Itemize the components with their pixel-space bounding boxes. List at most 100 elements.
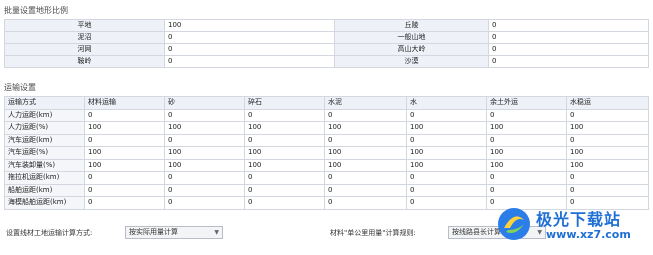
transport-value-cell[interactable]: 0 xyxy=(566,171,649,185)
row-label: 船舶运距(km) xyxy=(4,183,85,197)
terrain-label: 一般山地 xyxy=(334,31,489,44)
watermark: 极光下载站 www.xz7.com xyxy=(488,200,650,252)
transport-value-cell[interactable]: 0 xyxy=(486,183,567,197)
transport-value-cell[interactable]: 100 xyxy=(406,158,487,172)
terrain-section-title: 批量设置地形比例 xyxy=(4,6,68,15)
transport-value-cell[interactable]: 100 xyxy=(486,121,567,135)
transport-value-cell[interactable]: 0 xyxy=(486,133,567,147)
column-header: 余土外运 xyxy=(486,96,567,110)
transport-value-cell[interactable]: 0 xyxy=(84,133,165,147)
transport-value-cell[interactable]: 0 xyxy=(566,183,649,197)
transport-value-cell[interactable]: 0 xyxy=(244,108,325,122)
row-label: 人力运距(km) xyxy=(4,108,85,122)
transport-value-cell[interactable]: 0 xyxy=(84,196,165,210)
terrain-table: 平地 100 丘陵 0 泥沼 0 一般山地 0 河网 0 高山大岭 0 鞍岭 0 沙漠 0 xyxy=(4,19,649,68)
terrain-value-cell[interactable]: 0 xyxy=(488,31,649,44)
transport-row: 人力运距(km) 0 0 0 0 0 0 0 xyxy=(4,108,649,122)
terrain-value-cell[interactable]: 0 xyxy=(164,31,335,44)
transport-value-cell[interactable]: 0 xyxy=(84,183,165,197)
terrain-row: 平地 100 丘陵 0 xyxy=(4,19,649,32)
transport-row: 汽车运距(km) 0 0 0 0 0 0 0 xyxy=(4,133,649,147)
transport-value-cell[interactable]: 100 xyxy=(164,146,245,160)
row-label: 海模船舶运距(km) xyxy=(4,196,85,210)
transport-value-cell[interactable]: 100 xyxy=(406,121,487,135)
transport-value-cell[interactable]: 100 xyxy=(566,121,649,135)
transport-section-title: 运输设置 xyxy=(4,83,36,92)
transport-value-cell[interactable]: 0 xyxy=(324,133,407,147)
terrain-value-cell[interactable]: 0 xyxy=(488,55,649,68)
transport-method-value: 按实际用量计算 xyxy=(129,228,178,236)
terrain-row: 河网 0 高山大岭 0 xyxy=(4,43,649,56)
transport-value-cell[interactable]: 100 xyxy=(84,146,165,160)
transport-value-cell[interactable]: 0 xyxy=(324,196,407,210)
terrain-row: 鞍岭 0 沙漠 0 xyxy=(4,55,649,68)
transport-value-cell[interactable]: 100 xyxy=(324,121,407,135)
transport-value-cell[interactable]: 100 xyxy=(84,158,165,172)
transport-value-cell[interactable]: 0 xyxy=(324,183,407,197)
transport-row: 汽车装卸量(%) 100 100 100 100 100 100 100 xyxy=(4,158,649,172)
transport-value-cell[interactable]: 0 xyxy=(164,108,245,122)
row-label: 拖拉机运距(km) xyxy=(4,171,85,185)
transport-value-cell[interactable]: 100 xyxy=(486,146,567,160)
unit-rule-label: 材料"单公里用量"计算规则: xyxy=(330,229,416,237)
transport-row: 船舶运距(km) 0 0 0 0 0 0 0 xyxy=(4,183,649,197)
transport-value-cell[interactable]: 0 xyxy=(406,183,487,197)
transport-value-cell[interactable]: 0 xyxy=(406,196,487,210)
transport-value-cell[interactable]: 0 xyxy=(406,133,487,147)
row-label: 汽车装卸量(%) xyxy=(4,158,85,172)
transport-value-cell[interactable]: 0 xyxy=(244,171,325,185)
transport-value-cell[interactable]: 0 xyxy=(324,171,407,185)
transport-value-cell[interactable]: 0 xyxy=(244,196,325,210)
transport-value-cell[interactable]: 100 xyxy=(84,121,165,135)
transport-value-cell[interactable]: 100 xyxy=(164,158,245,172)
transport-value-cell[interactable]: 0 xyxy=(566,133,649,147)
transport-value-cell[interactable]: 0 xyxy=(406,108,487,122)
transport-value-cell[interactable]: 0 xyxy=(244,133,325,147)
watermark-url: www.xz7.com xyxy=(546,228,631,241)
transport-value-cell[interactable]: 0 xyxy=(324,108,407,122)
row-label: 人力运距(%) xyxy=(4,121,85,135)
terrain-label: 河网 xyxy=(4,43,165,56)
column-header: 水 xyxy=(406,96,487,110)
transport-value-cell[interactable]: 0 xyxy=(84,171,165,185)
transport-value-cell[interactable]: 0 xyxy=(486,171,567,185)
transport-value-cell[interactable]: 0 xyxy=(244,183,325,197)
transport-method-label: 设置线材工地运输计算方式: xyxy=(6,229,93,237)
transport-value-cell[interactable]: 100 xyxy=(566,158,649,172)
transport-value-cell[interactable]: 100 xyxy=(244,121,325,135)
transport-value-cell[interactable]: 0 xyxy=(164,133,245,147)
chevron-down-icon: ▼ xyxy=(214,229,219,236)
terrain-value-cell[interactable]: 100 xyxy=(164,19,335,32)
column-header: 砂 xyxy=(164,96,245,110)
transport-value-cell[interactable]: 0 xyxy=(164,171,245,185)
transport-value-cell[interactable]: 0 xyxy=(164,183,245,197)
terrain-value-cell[interactable]: 0 xyxy=(488,19,649,32)
transport-value-cell[interactable]: 0 xyxy=(164,196,245,210)
column-header: 运输方式 xyxy=(4,96,85,110)
terrain-row: 泥沼 0 一般山地 0 xyxy=(4,31,649,44)
column-header: 材料运输 xyxy=(84,96,165,110)
transport-value-cell[interactable]: 100 xyxy=(244,158,325,172)
transport-value-cell[interactable]: 100 xyxy=(164,121,245,135)
transport-value-cell[interactable]: 0 xyxy=(566,108,649,122)
terrain-value-cell[interactable]: 0 xyxy=(164,43,335,56)
transport-value-cell[interactable]: 100 xyxy=(244,146,325,160)
row-label: 汽车运距(km) xyxy=(4,133,85,147)
column-header: 碎石 xyxy=(244,96,325,110)
terrain-label: 高山大岭 xyxy=(334,43,489,56)
transport-row: 汽车运距(%) 100 100 100 100 100 100 100 xyxy=(4,146,649,160)
transport-value-cell[interactable]: 0 xyxy=(406,171,487,185)
terrain-value-cell[interactable]: 0 xyxy=(164,55,335,68)
transport-value-cell[interactable]: 100 xyxy=(566,146,649,160)
transport-value-cell[interactable]: 100 xyxy=(406,146,487,160)
transport-value-cell[interactable]: 100 xyxy=(324,146,407,160)
transport-value-cell[interactable]: 0 xyxy=(486,108,567,122)
terrain-label: 鞍岭 xyxy=(4,55,165,68)
transport-value-cell[interactable]: 100 xyxy=(324,158,407,172)
transport-value-cell[interactable]: 0 xyxy=(84,108,165,122)
transport-value-cell[interactable]: 100 xyxy=(486,158,567,172)
terrain-value-cell[interactable]: 0 xyxy=(488,43,649,56)
transport-method-dropdown[interactable]: 按实际用量计算 ▼ xyxy=(125,226,223,239)
transport-row: 人力运距(%) 100 100 100 100 100 100 100 xyxy=(4,121,649,135)
terrain-label: 沙漠 xyxy=(334,55,489,68)
